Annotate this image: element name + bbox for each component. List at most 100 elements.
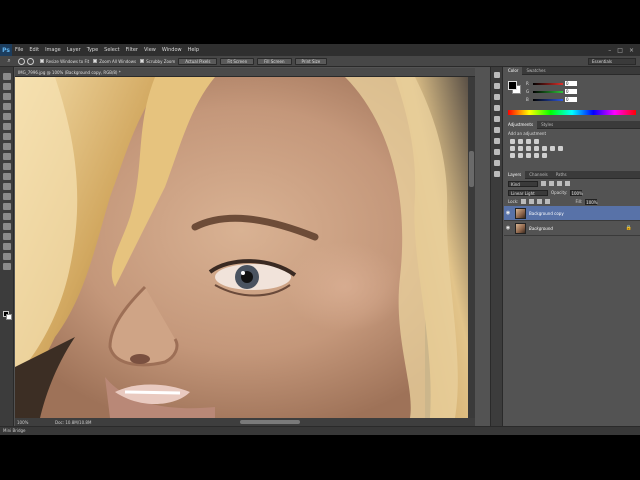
brush-panel-icon[interactable] xyxy=(493,116,500,122)
fill-input[interactable]: 100% xyxy=(585,198,598,205)
scrubby-zoom-checkbox[interactable] xyxy=(140,59,145,63)
layer-name[interactable]: Background xyxy=(529,226,553,231)
vertical-scrollbar[interactable] xyxy=(468,77,475,418)
photo-filter-icon[interactable] xyxy=(542,146,547,151)
channel-mixer-icon[interactable] xyxy=(550,146,555,151)
tab-color[interactable]: Color xyxy=(504,66,523,75)
pixel-filter-icon[interactable] xyxy=(541,181,546,186)
menu-view[interactable]: View xyxy=(141,47,159,53)
visibility-eye-icon[interactable]: ◉ xyxy=(504,210,512,216)
type-filter-icon[interactable] xyxy=(557,181,562,186)
mini-bridge-tab[interactable]: Mini Bridge xyxy=(0,426,640,435)
lock-transparent-icon[interactable] xyxy=(521,199,527,204)
clone-source-panel-icon[interactable] xyxy=(493,149,500,155)
adjustment-filter-icon[interactable] xyxy=(549,181,554,186)
zoom-all-checkbox[interactable] xyxy=(93,59,98,63)
actual-pixels-button[interactable]: Actual Pixels xyxy=(178,57,218,65)
healing-brush-tool-icon[interactable] xyxy=(2,133,11,140)
color-balance-icon[interactable] xyxy=(526,146,531,151)
info-panel-icon[interactable] xyxy=(493,105,500,111)
zoom-out-icon[interactable] xyxy=(27,57,34,65)
fill-screen-button[interactable]: Fill Screen xyxy=(257,57,292,65)
actions-panel-icon[interactable] xyxy=(493,83,500,89)
menu-select[interactable]: Select xyxy=(101,47,122,53)
lasso-tool-icon[interactable] xyxy=(2,93,11,100)
tab-styles[interactable]: Styles xyxy=(537,121,557,129)
quick-select-tool-icon[interactable] xyxy=(2,103,11,110)
curves-icon[interactable] xyxy=(526,139,531,144)
red-value[interactable]: 0 xyxy=(565,81,577,86)
type-tool-icon[interactable] xyxy=(2,223,11,230)
lock-all-icon[interactable] xyxy=(545,199,551,204)
gradient-tool-icon[interactable] xyxy=(2,183,11,190)
shape-filter-icon[interactable] xyxy=(565,181,570,186)
pen-tool-icon[interactable] xyxy=(2,213,11,220)
color-spectrum-ramp[interactable] xyxy=(508,110,636,115)
menu-window[interactable]: Window xyxy=(159,47,185,53)
hand-tool-icon[interactable] xyxy=(2,253,11,260)
panel-foreground-swatch[interactable] xyxy=(508,81,517,90)
gradient-map-icon[interactable] xyxy=(542,153,547,158)
blue-value[interactable]: 0 xyxy=(565,97,577,102)
lock-image-icon[interactable] xyxy=(529,199,535,204)
workspace-select[interactable]: Essentials xyxy=(588,58,636,65)
layer-name[interactable]: Background copy xyxy=(529,211,564,216)
eraser-tool-icon[interactable] xyxy=(2,173,11,180)
brush-tool-icon[interactable] xyxy=(2,143,11,150)
vibrance-icon[interactable] xyxy=(510,146,515,151)
hue-saturation-icon[interactable] xyxy=(518,146,523,151)
levels-icon[interactable] xyxy=(518,139,523,144)
color-lookup-icon[interactable] xyxy=(558,146,563,151)
menu-filter[interactable]: Filter xyxy=(123,47,141,53)
character-panel-icon[interactable] xyxy=(493,127,500,133)
posterize-icon[interactable] xyxy=(518,153,523,158)
green-slider[interactable] xyxy=(533,90,563,93)
fit-screen-button[interactable]: Fit Screen xyxy=(220,57,255,65)
path-selection-tool-icon[interactable] xyxy=(2,233,11,240)
layer-row[interactable]: ◉ Background 🔒 xyxy=(504,221,640,236)
resize-windows-checkbox[interactable] xyxy=(40,59,44,63)
green-value[interactable]: 0 xyxy=(565,89,577,94)
eyedropper-tool-icon[interactable] xyxy=(2,123,11,130)
close-button[interactable]: × xyxy=(629,47,634,54)
blur-tool-icon[interactable] xyxy=(2,193,11,200)
layer-kind-filter[interactable]: Kind xyxy=(508,180,538,187)
red-slider[interactable] xyxy=(533,82,563,85)
horizontal-scroll-thumb[interactable] xyxy=(240,420,300,424)
history-panel-icon[interactable] xyxy=(493,72,500,78)
marquee-tool-icon[interactable] xyxy=(2,83,11,90)
minimize-button[interactable]: – xyxy=(608,47,611,54)
menu-file[interactable]: File xyxy=(12,47,26,53)
invert-icon[interactable] xyxy=(510,153,515,158)
menu-layer[interactable]: Layer xyxy=(64,47,84,53)
tab-paths[interactable]: Paths xyxy=(552,171,571,179)
menu-image[interactable]: Image xyxy=(42,47,64,53)
tab-adjustments[interactable]: Adjustments xyxy=(504,120,538,129)
threshold-icon[interactable] xyxy=(526,153,531,158)
menu-type[interactable]: Type xyxy=(84,47,101,53)
tool-presets-panel-icon[interactable] xyxy=(493,160,500,166)
paragraph-panel-icon[interactable] xyxy=(493,138,500,144)
exposure-icon[interactable] xyxy=(534,139,539,144)
navigator-panel-icon[interactable] xyxy=(493,171,500,177)
zoom-tool-preset-icon[interactable]: ⌕ xyxy=(0,57,18,65)
vertical-scroll-thumb[interactable] xyxy=(469,151,474,187)
properties-panel-icon[interactable] xyxy=(493,94,500,100)
background-color-swatch[interactable] xyxy=(6,314,12,320)
tab-swatches[interactable]: Swatches xyxy=(522,67,549,75)
tab-layers[interactable]: Layers xyxy=(504,170,526,179)
print-size-button[interactable]: Print Size xyxy=(294,57,328,65)
blend-mode-select[interactable]: Linear Light xyxy=(508,189,548,196)
zoom-level[interactable]: 100% xyxy=(15,420,37,425)
document-canvas[interactable] xyxy=(15,77,468,418)
zoom-tool-icon[interactable] xyxy=(2,263,11,270)
zoom-in-icon[interactable] xyxy=(18,57,25,65)
tab-channels[interactable]: Channels xyxy=(525,171,552,179)
opacity-input[interactable]: 100% xyxy=(570,189,583,196)
dodge-tool-icon[interactable] xyxy=(2,203,11,210)
shape-tool-icon[interactable] xyxy=(2,243,11,250)
blue-slider[interactable] xyxy=(533,98,563,101)
brightness-contrast-icon[interactable] xyxy=(510,139,515,144)
move-tool-icon[interactable] xyxy=(2,73,11,80)
menu-help[interactable]: Help xyxy=(185,47,202,53)
